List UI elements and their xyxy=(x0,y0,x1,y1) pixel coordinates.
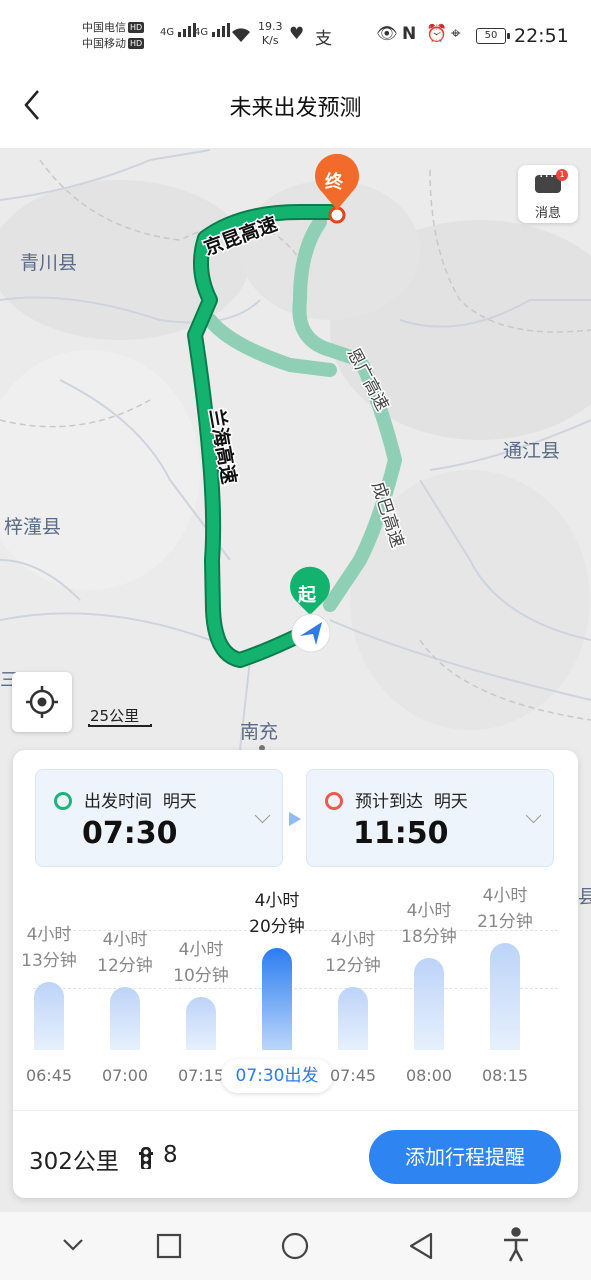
accessibility-icon[interactable] xyxy=(504,1227,528,1262)
depart-day: 明天 xyxy=(162,792,197,812)
network-speed: 19.3 K/s xyxy=(258,20,283,48)
network-type: 4G xyxy=(160,27,175,38)
message-label: 消息 xyxy=(534,206,561,221)
depart-time-selector[interactable]: 出发时间 明天 07:30 xyxy=(35,769,283,867)
arrow-right-icon xyxy=(289,812,301,826)
end-dot-icon xyxy=(325,792,343,810)
scale-bar xyxy=(88,724,152,727)
traffic-light-count: 8 xyxy=(163,1142,178,1168)
start-dot-icon xyxy=(54,792,72,810)
depart-time: 07:30 xyxy=(82,816,178,851)
clock: 22:51 xyxy=(514,25,569,47)
back-nav-icon[interactable] xyxy=(409,1232,433,1260)
locate-icon xyxy=(26,686,58,718)
network-type: 4G xyxy=(194,27,209,38)
duration-label: 4小时 21分钟 xyxy=(450,883,560,935)
add-trip-reminder-button[interactable]: 添加行程提醒 xyxy=(369,1130,561,1184)
duration-hours: 4小时 xyxy=(178,940,224,961)
duration-minutes: 10分钟 xyxy=(173,966,229,987)
speed-unit: K/s xyxy=(261,34,279,47)
depart-label: 出发时间 明天 xyxy=(84,787,197,812)
place-label-qingchuan: 青川县 xyxy=(20,252,77,274)
duration-label: 4小时 10分钟 xyxy=(146,937,256,989)
signal-icon: 4G xyxy=(194,22,231,38)
carrier-1: 中国电信 xyxy=(82,21,126,34)
departure-time-chart: 4小时 13分钟 06:45 4小时 12分钟 07:00 4小时 10分钟 07:15 4小时 2… xyxy=(13,870,578,1110)
end-marker-label: 终 xyxy=(325,171,344,193)
hd-badge: HD xyxy=(128,22,145,33)
departure-time-option[interactable]: 08:15 xyxy=(465,1066,545,1085)
chevron-down-icon xyxy=(254,807,271,824)
signal-icon: 4G xyxy=(160,22,197,38)
eye-icon: 👁 xyxy=(376,24,398,44)
divider xyxy=(13,1110,578,1111)
departure-time-option[interactable]: 07:45 xyxy=(313,1066,393,1085)
status-bar: 中国电信 HD 中国移动 HD 4G 4G 19.3 K/s ♥ 支 👁 N ⏰ ⌖… xyxy=(0,0,591,70)
speed-value: 19.3 xyxy=(258,20,283,33)
arrive-label: 预计到达 明天 xyxy=(355,787,468,812)
start-marker-label: 起 xyxy=(297,584,317,606)
arrive-label-text: 预计到达 xyxy=(355,792,423,812)
scale-label: 25公里 xyxy=(90,707,140,725)
grid-line xyxy=(33,988,558,989)
duration-hours: 4小时 xyxy=(254,890,300,911)
system-nav-bar xyxy=(0,1212,591,1280)
duration-bar[interactable] xyxy=(186,997,216,1050)
duration-bar[interactable] xyxy=(110,987,140,1050)
top-bar: 未来出发预测 xyxy=(0,70,591,148)
page-title: 未来出发预测 xyxy=(229,96,362,121)
nfc-icon: N xyxy=(402,24,417,44)
duration-hours: 4小时 xyxy=(482,885,528,906)
location-pin-icon: ⌖ xyxy=(451,24,461,44)
place-label-zitong: 梓潼县 xyxy=(4,516,61,538)
hd-badge: HD xyxy=(128,38,145,49)
arrive-time-selector[interactable]: 预计到达 明天 11:50 xyxy=(306,769,554,867)
traffic-light-icon xyxy=(139,1147,153,1169)
battery-icon: 50 xyxy=(476,28,510,44)
wifi-icon xyxy=(232,28,250,42)
duration-bar[interactable] xyxy=(34,982,64,1050)
health-icon: ♥ xyxy=(289,24,305,44)
place-label-tongjiang: 通江县 xyxy=(503,440,560,462)
duration-bar[interactable] xyxy=(262,947,292,1050)
recent-apps-icon[interactable] xyxy=(156,1233,182,1259)
carrier-info: 中国电信 HD 中国移动 HD xyxy=(82,20,145,52)
duration-minutes: 21分钟 xyxy=(477,911,533,932)
depart-label-text: 出发时间 xyxy=(84,792,152,812)
alarm-icon: ⏰ xyxy=(426,24,448,44)
duration-bar[interactable] xyxy=(414,957,444,1050)
place-label-nanchong: 南充 xyxy=(240,721,278,743)
departure-time-option[interactable]: 08:00 xyxy=(389,1066,469,1085)
arrive-day: 明天 xyxy=(433,792,468,812)
battery-level: 50 xyxy=(484,30,498,41)
collapse-icon[interactable] xyxy=(63,1239,83,1251)
message-button[interactable]: 1 消息 xyxy=(518,165,578,223)
departure-panel: 出发时间 明天 07:30 预计到达 明天 11:50 4小时 13分钟 06:45… xyxy=(13,750,578,1198)
locate-button[interactable] xyxy=(12,672,72,732)
notification-badge: 1 xyxy=(556,169,568,181)
departure-time-option[interactable]: 06:45 xyxy=(9,1066,89,1085)
carrier-2: 中国移动 xyxy=(82,37,126,50)
home-icon[interactable] xyxy=(281,1232,309,1260)
duration-minutes: 12分钟 xyxy=(325,956,381,977)
duration-bar[interactable] xyxy=(338,987,368,1050)
arrive-time: 11:50 xyxy=(353,816,449,851)
place-label-edge: 县 xyxy=(578,887,591,908)
duration-bar[interactable] xyxy=(490,942,520,1050)
departure-time-option[interactable]: 07:00 xyxy=(85,1066,165,1085)
route-distance: 302公里 xyxy=(29,1149,119,1175)
alipay-icon: 支 xyxy=(315,29,332,49)
chevron-down-icon xyxy=(525,807,542,824)
